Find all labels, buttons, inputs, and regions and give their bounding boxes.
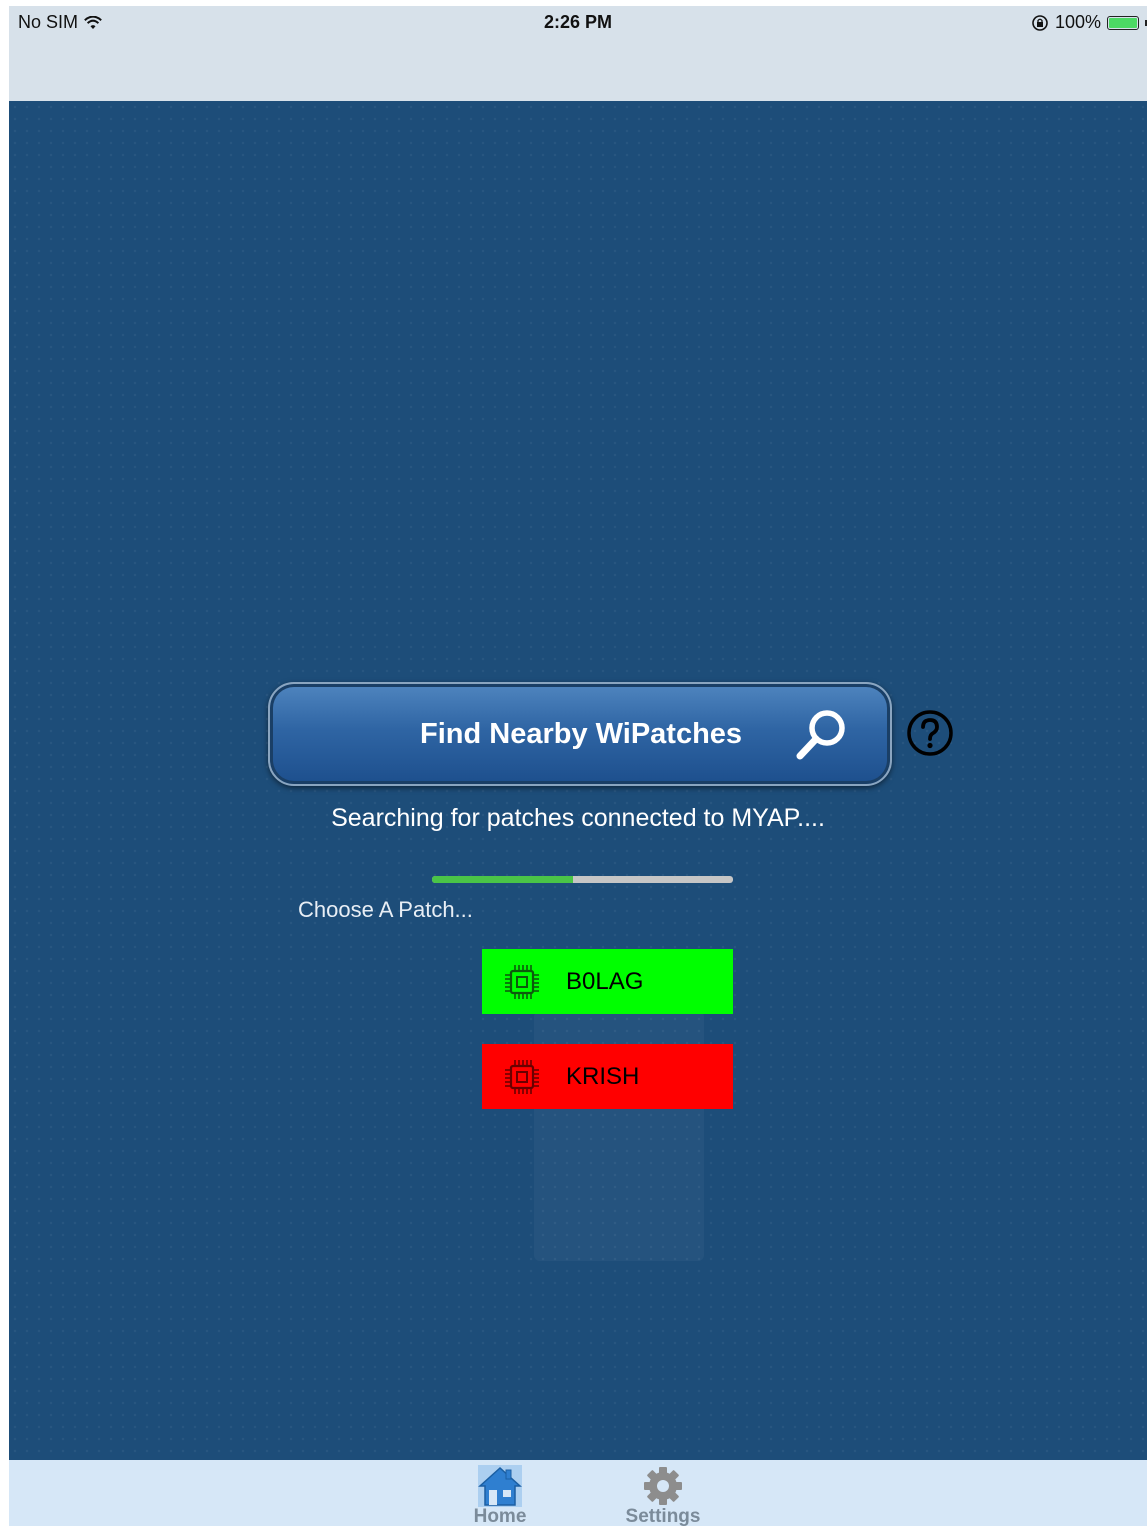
patch-item-krish[interactable]: KRISH [482, 1044, 733, 1109]
status-bar: No SIM 2:26 PM 100% [9, 6, 1147, 101]
help-icon[interactable] [906, 709, 954, 757]
gear-icon [644, 1467, 682, 1505]
tab-home-label: Home [473, 1506, 527, 1526]
progress-fill [432, 876, 574, 883]
search-icon [796, 710, 845, 760]
find-nearby-label: Find Nearby WiPatches [420, 718, 743, 750]
tab-settings[interactable]: Settings [613, 1464, 713, 1526]
tab-bar: Home Settings [9, 1460, 1147, 1526]
home-icon [478, 1465, 522, 1507]
status-time: 2:26 PM [543, 12, 613, 32]
orientation-lock-icon [1032, 14, 1048, 31]
battery-icon [1107, 15, 1139, 30]
choose-patch-label: Choose A Patch... [298, 897, 473, 922]
app-screen: No SIM 2:26 PM 100% Find Nearby WiPatche… [9, 6, 1147, 1526]
searching-status-text: Searching for patches connected to MYAP.… [331, 804, 825, 832]
chip-icon [505, 964, 539, 999]
patch-item-bolag[interactable]: B0LAG [482, 949, 733, 1014]
status-right: 100% [1031, 12, 1147, 33]
battery-percent: 100% [1054, 12, 1101, 32]
chip-icon [505, 1059, 539, 1094]
tab-settings-label: Settings [625, 1506, 701, 1526]
main-content: Find Nearby WiPatches Searching for patc… [9, 101, 1147, 1461]
search-progress-bar [432, 876, 733, 883]
tab-home[interactable]: Home [450, 1464, 550, 1526]
find-nearby-button[interactable]: Find Nearby WiPatches [268, 682, 892, 786]
patch-name: B0LAG [566, 967, 644, 995]
patch-name: KRISH [566, 1062, 640, 1090]
